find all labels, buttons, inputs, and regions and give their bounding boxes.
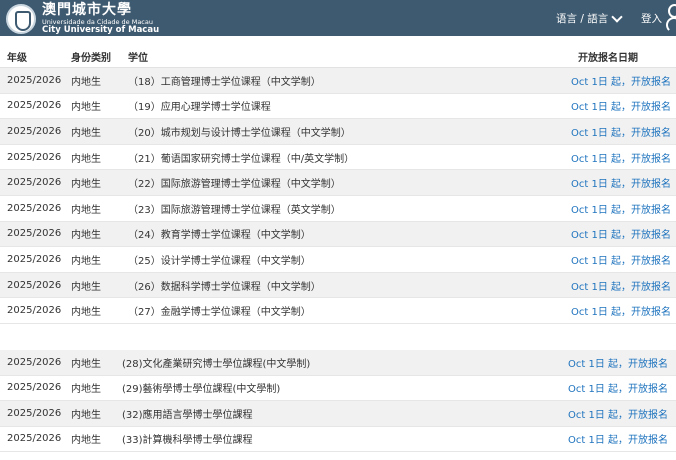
degree-cell: （22）国际旅游管理博士学位课程（中文学制）: [128, 179, 341, 191]
year-cell: 2025/2026: [7, 253, 62, 265]
year-cell: 2025/2026: [7, 125, 62, 137]
chevron-down-icon: [611, 10, 623, 23]
registration-date-link[interactable]: Oct 1日 起，开放报名: [571, 278, 671, 293]
year-cell: 2025/2026: [7, 202, 62, 214]
registration-date-link[interactable]: Oct 1日 起，开放报名: [571, 98, 671, 113]
degree-cell: (28)文化產業研究博士學位課程(中文學制): [122, 358, 311, 370]
table-row: 2025/2026 内地生 （21）葡语国家研究博士学位课程（中/英文学制） Oct …: [0, 145, 676, 171]
language-selector[interactable]: 语言 / 語言: [556, 10, 623, 26]
year-cell: 2025/2026: [7, 74, 62, 86]
identity-cell: 内地生: [71, 102, 101, 114]
university-seal-icon: [6, 3, 36, 34]
year-cell: 2025/2026: [7, 279, 62, 291]
year-cell: 2025/2026: [7, 407, 62, 419]
registration-date-link[interactable]: Oct 1日 起，开放报名: [568, 380, 668, 395]
degree-table: 年级 身份类别 学位 开放报名日期 2025/2026 内地生 （18）工商管理博士…: [0, 45, 676, 324]
user-icon[interactable]: [666, 4, 676, 33]
year-cell: 2025/2026: [7, 305, 62, 317]
degree-cell: (33)計算機科學博士學位課程: [122, 435, 253, 447]
degree-cell: （24）教育学博士学位课程（中文学制）: [128, 230, 311, 242]
year-cell: 2025/2026: [7, 151, 62, 163]
table-row: 2025/2026 内地生 (28)文化產業研究博士學位課程(中文學制) Oct 1日…: [0, 350, 676, 376]
identity-cell: 内地生: [71, 204, 101, 216]
table-row: 2025/2026 内地生 （22）国际旅游管理博士学位课程（中文学制） Oct 1日…: [0, 170, 676, 196]
degree-cell: （25）设计学博士学位课程（中文学制）: [128, 255, 311, 267]
identity-cell: 内地生: [71, 179, 101, 191]
registration-date-link[interactable]: Oct 1日 起，开放报名: [571, 175, 671, 190]
identity-cell: 内地生: [71, 281, 101, 293]
table-row: 2025/2026 内地生 （26）数据科学博士学位课程（中文学制） Oct 1日 起…: [0, 272, 676, 299]
identity-cell: 内地生: [71, 384, 101, 396]
identity-cell: 内地生: [71, 358, 101, 370]
university-logo[interactable]: 澳門城市大學 Universidade da Cidade de Macau C…: [6, 3, 159, 34]
column-header-degree: 学位: [128, 52, 148, 64]
logo-english-name: City University of Macau: [42, 24, 160, 35]
degree-cell: (29)藝術學博士學位課程(中文學制): [122, 384, 281, 396]
degree-cell: （23）国际旅游管理博士学位课程（英文学制）: [128, 204, 341, 216]
year-cell: 2025/2026: [7, 382, 62, 394]
language-label: 语言 / 語言: [556, 13, 609, 25]
table-row: 2025/2026 内地生 (32)應用語言學博士學位課程 Oct 1日 起，开放报名: [0, 401, 676, 427]
year-cell: 2025/2026: [7, 177, 62, 189]
identity-cell: 内地生: [71, 255, 101, 267]
identity-cell: 内地生: [71, 76, 101, 88]
column-header-date: 开放报名日期: [578, 52, 638, 64]
degree-cell: （21）葡语国家研究博士学位课程（中/英文学制）: [128, 153, 355, 165]
table-row: 2025/2026 内地生 （23）国际旅游管理博士学位课程（英文学制） Oct 1日…: [0, 196, 676, 222]
degree-cell: （20）城市规划与设计博士学位课程（中文学制）: [128, 127, 351, 139]
identity-cell: 内地生: [71, 307, 101, 319]
identity-cell: 内地生: [71, 127, 101, 139]
table-row: 2025/2026 内地生 （27）金融学博士学位课程（中文学制） Oct 1日 起，…: [0, 298, 676, 324]
registration-date-link[interactable]: Oct 1日 起，开放报名: [571, 150, 671, 165]
year-cell: 2025/2026: [7, 100, 62, 112]
column-header-identity: 身份类别: [71, 52, 111, 64]
registration-date-link[interactable]: Oct 1日 起，开放报名: [568, 355, 668, 370]
identity-cell: 内地生: [71, 435, 101, 447]
identity-cell: 内地生: [71, 153, 101, 165]
registration-date-link[interactable]: Oct 1日 起，开放报名: [568, 406, 668, 421]
table-header: 年级 身份类别 学位 开放报名日期: [0, 45, 676, 68]
registration-date-link[interactable]: Oct 1日 起，开放报名: [571, 201, 671, 216]
table-row: 2025/2026 内地生 （24）教育学博士学位课程（中文学制） Oct 1日 起，…: [0, 221, 676, 248]
logo-chinese-name: 澳門城市大學: [42, 2, 132, 18]
registration-date-link[interactable]: Oct 1日 起，开放报名: [571, 73, 671, 88]
identity-cell: 内地生: [71, 230, 101, 242]
identity-cell: 内地生: [71, 409, 101, 421]
degree-cell: （19）应用心理学博士学位课程: [128, 102, 271, 114]
degree-cell: (32)應用語言學博士學位課程: [122, 409, 253, 421]
table-row: 2025/2026 内地生 (33)計算機科學博士學位課程 Oct 1日 起，开放报名: [0, 427, 676, 452]
table-row: 2025/2026 内地生 （25）设计学博士学位课程（中文学制） Oct 1日 起，…: [0, 247, 676, 273]
registration-date-link[interactable]: Oct 1日 起，开放报名: [571, 124, 671, 139]
column-header-year: 年级: [7, 52, 27, 64]
registration-date-link[interactable]: Oct 1日 起，开放报名: [571, 303, 671, 318]
degree-cell: （27）金融学博士学位课程（中文学制）: [128, 307, 311, 319]
year-cell: 2025/2026: [7, 433, 62, 445]
table-row: 2025/2026 内地生 （20）城市规划与设计博士学位课程（中文学制） Oct 1…: [0, 119, 676, 145]
table-row: 2025/2026 内地生 （19）应用心理学博士学位课程 Oct 1日 起，开放报名: [0, 94, 676, 120]
year-cell: 2025/2026: [7, 356, 62, 368]
registration-date-link[interactable]: Oct 1日 起，开放报名: [571, 226, 671, 241]
registration-date-link[interactable]: Oct 1日 起，开放报名: [571, 252, 671, 267]
logo-text: 澳門城市大學 Universidade da Cidade de Macau C…: [42, 3, 159, 34]
degree-cell: （18）工商管理博士学位课程（中文学制）: [128, 76, 321, 88]
degree-table-continued: 2025/2026 内地生 (28)文化產業研究博士學位課程(中文學制) Oct 1日…: [0, 350, 676, 452]
year-cell: 2025/2026: [7, 228, 62, 240]
registration-date-link[interactable]: Oct 1日 起，开放报名: [568, 431, 668, 446]
top-navigation-bar: 澳門城市大學 Universidade da Cidade de Macau C…: [0, 0, 676, 36]
table-row: 2025/2026 内地生 （18）工商管理博士学位课程（中文学制） Oct 1日 起…: [0, 68, 676, 94]
table-row: 2025/2026 内地生 (29)藝術學博士學位課程(中文學制) Oct 1日 起，…: [0, 376, 676, 401]
login-link[interactable]: 登入: [641, 11, 662, 26]
degree-cell: （26）数据科学博士学位课程（中文学制）: [128, 281, 321, 293]
